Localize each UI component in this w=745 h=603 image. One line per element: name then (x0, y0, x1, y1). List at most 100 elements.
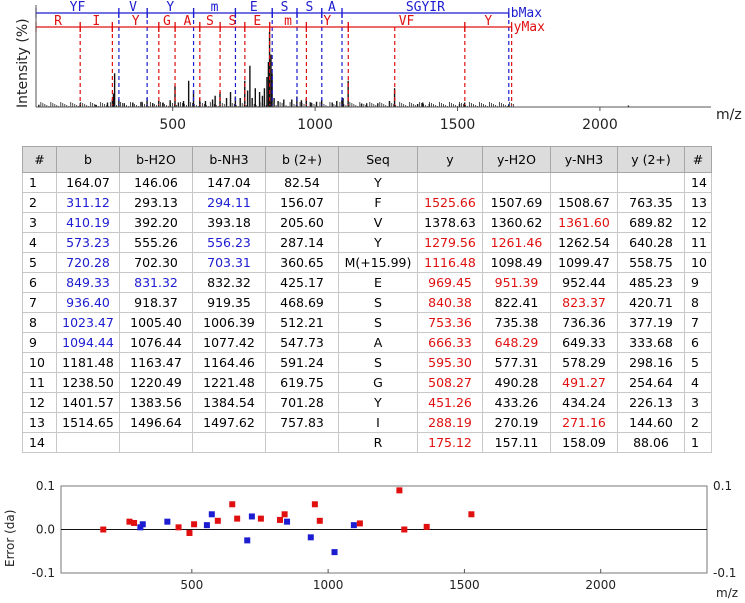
col-header-y-h2o[interactable]: y-H2O (482, 146, 551, 173)
table-cell-b: 1514.65 (56, 412, 120, 433)
error-point-0-6 (248, 513, 255, 520)
table-cell-yh: 648.29 (482, 332, 551, 353)
table-cell-bn: 919.35 (192, 292, 266, 313)
error-point-1-8 (234, 515, 241, 522)
error-point-1-18 (468, 511, 475, 518)
table-cell-bh: 831.32 (119, 272, 193, 293)
table-row[interactable]: 3 410.19 392.20 393.18 205.60 V 1378.63 1360.62… (22, 212, 712, 233)
col-header-b-h2o[interactable]: b-H2O (119, 146, 193, 173)
error-x-tick-label: 500 (180, 578, 203, 592)
b-index-cell: 2 (22, 192, 57, 213)
error-point-0-4 (208, 511, 215, 518)
b-ladder-end-label: bMax (511, 6, 542, 21)
b-index-cell: 3 (22, 212, 57, 233)
table-cell-bn: 294.11 (192, 192, 266, 213)
error-point-1-7 (229, 501, 236, 508)
table-row[interactable]: 6 849.33 831.32 832.32 425.17 E 969.45 951.39 95… (22, 272, 712, 293)
table-row[interactable]: 5 720.28 702.30 703.31 360.65 M(+15.99) 1116.4… (22, 252, 712, 273)
table-cell-yn: 1508.67 (550, 192, 618, 213)
table-cell-bn: 393.18 (192, 212, 266, 233)
table-row[interactable]: 13 1514.65 1496.64 1497.62 757.83 I 288.19 270.… (22, 412, 712, 433)
table-cell-yn: 1262.54 (550, 232, 618, 253)
y-ladder-residue-label: E (253, 14, 261, 29)
y-index-cell: 1 (684, 432, 712, 453)
table-cell-bh: 1383.56 (119, 392, 193, 413)
error-point-0-5 (244, 537, 251, 544)
table-cell-b2: 360.65 (265, 252, 339, 273)
table-header-row: # b b-H2O b-NH3 b (2+) Seq y y-H2O y-NH3… (22, 146, 712, 173)
error-point-0-2 (164, 518, 171, 525)
col-header-y-index[interactable]: # (684, 146, 712, 173)
table-cell-yn: 952.44 (550, 272, 618, 293)
col-header-y-nh3[interactable]: y-NH3 (550, 146, 618, 173)
table-cell-yn: 649.33 (550, 332, 618, 353)
table-cell-b2: 547.73 (265, 332, 339, 353)
col-header-y[interactable]: y (417, 146, 483, 173)
table-row[interactable]: 1 164.07 146.06 147.04 82.54 Y 14 (22, 172, 712, 193)
table-cell-yn: 1361.60 (550, 212, 618, 233)
table-cell-y: 175.12 (417, 432, 483, 453)
col-header-b-nh3[interactable]: b-NH3 (192, 146, 266, 173)
b-ladder-residue-label: SGYIR (406, 0, 445, 15)
y-index-cell: 5 (684, 352, 712, 373)
table-cell-bn: 556.23 (192, 232, 266, 253)
y-ladder-residue-label: m (284, 14, 292, 29)
error-point-1-17 (423, 523, 430, 530)
col-header-b[interactable]: b (56, 146, 120, 173)
table-row[interactable]: 9 1094.44 1076.44 1077.42 547.73 A 666.33 648.2… (22, 332, 712, 353)
table-cell-bn: 1221.48 (192, 372, 266, 393)
error-y-tick-label-left: 0.0 (36, 523, 55, 537)
b-ladder-residue-label: E (250, 0, 258, 15)
table-cell-y: 1116.48 (417, 252, 483, 273)
table-row[interactable]: 14 R 175.12 157.11 158.09 88.06 1 (22, 432, 712, 453)
table-row[interactable]: 7 936.40 918.37 919.35 468.69 S 840.38 822.41 82… (22, 292, 712, 313)
y-ladder-residue-label: I (92, 14, 100, 29)
b-ladder-residue-label: m (211, 0, 219, 15)
error-series-1 (100, 487, 475, 536)
col-header-seq[interactable]: Seq (338, 146, 418, 173)
error-point-0-10 (350, 522, 357, 529)
table-cell-y: 753.36 (417, 312, 483, 333)
b-index-cell: 1 (22, 172, 57, 193)
table-row[interactable]: 10 1181.48 1163.47 1164.46 591.24 S 595.30 577.… (22, 352, 712, 373)
error-point-0-9 (331, 549, 338, 556)
fragment-ion-table: # b b-H2O b-NH3 b (2+) Seq y y-H2O y-NH3… (22, 146, 712, 453)
table-row[interactable]: 2 311.12 293.13 294.11 156.07 F 1525.66 1507.69… (22, 192, 712, 213)
table-cell-b2: 468.69 (265, 292, 339, 313)
table-cell-bn: 832.32 (192, 272, 266, 293)
table-cell-y2: 144.60 (617, 412, 685, 433)
col-header-b-index[interactable]: # (22, 146, 57, 173)
table-row[interactable]: 12 1401.57 1383.56 1384.54 701.28 Y 451.26 433.… (22, 392, 712, 413)
table-cell-bh: 1076.44 (119, 332, 193, 353)
y-ladder-residue-label: Y (484, 14, 492, 29)
error-point-1-14 (356, 520, 363, 527)
table-cell-b2: 205.60 (265, 212, 339, 233)
table-cell-bn: 1164.46 (192, 352, 266, 373)
y-index-cell: 12 (684, 212, 712, 233)
y-ladder-end-label: yMax (514, 20, 545, 35)
error-y-axis-label: Error (da) (3, 510, 17, 567)
table-cell-yh: 1261.46 (482, 232, 551, 253)
table-cell-y2: 226.13 (617, 392, 685, 413)
table-cell-seq: S (338, 292, 418, 313)
table-cell-y2: 298.16 (617, 352, 685, 373)
y-ladder-residue-label: Y (132, 14, 140, 29)
table-row[interactable]: 11 1238.50 1220.49 1221.48 619.75 G 508.27 490.… (22, 372, 712, 393)
y-index-cell: 11 (684, 232, 712, 253)
table-cell-yh: 490.28 (482, 372, 551, 393)
table-cell-y2: 377.19 (617, 312, 685, 333)
y-ladder-residue-label: S (229, 14, 237, 29)
table-cell-bn: 1077.42 (192, 332, 266, 353)
table-row[interactable]: 8 1023.47 1005.40 1006.39 512.21 S 753.36 735.3… (22, 312, 712, 333)
table-cell-bh: 146.06 (119, 172, 193, 193)
y-index-cell: 6 (684, 332, 712, 353)
col-header-b-2plus[interactable]: b (2+) (265, 146, 339, 173)
table-cell-b: 720.28 (56, 252, 120, 273)
col-header-y-2plus[interactable]: y (2+) (617, 146, 685, 173)
table-cell-y2: 640.28 (617, 232, 685, 253)
table-row[interactable]: 4 573.23 555.26 556.23 287.14 Y 1279.56 1261.46… (22, 232, 712, 253)
b-index-cell: 7 (22, 292, 57, 313)
table-cell-b2: 287.14 (265, 232, 339, 253)
error-point-1-16 (401, 526, 408, 533)
table-cell-b2: 512.21 (265, 312, 339, 333)
